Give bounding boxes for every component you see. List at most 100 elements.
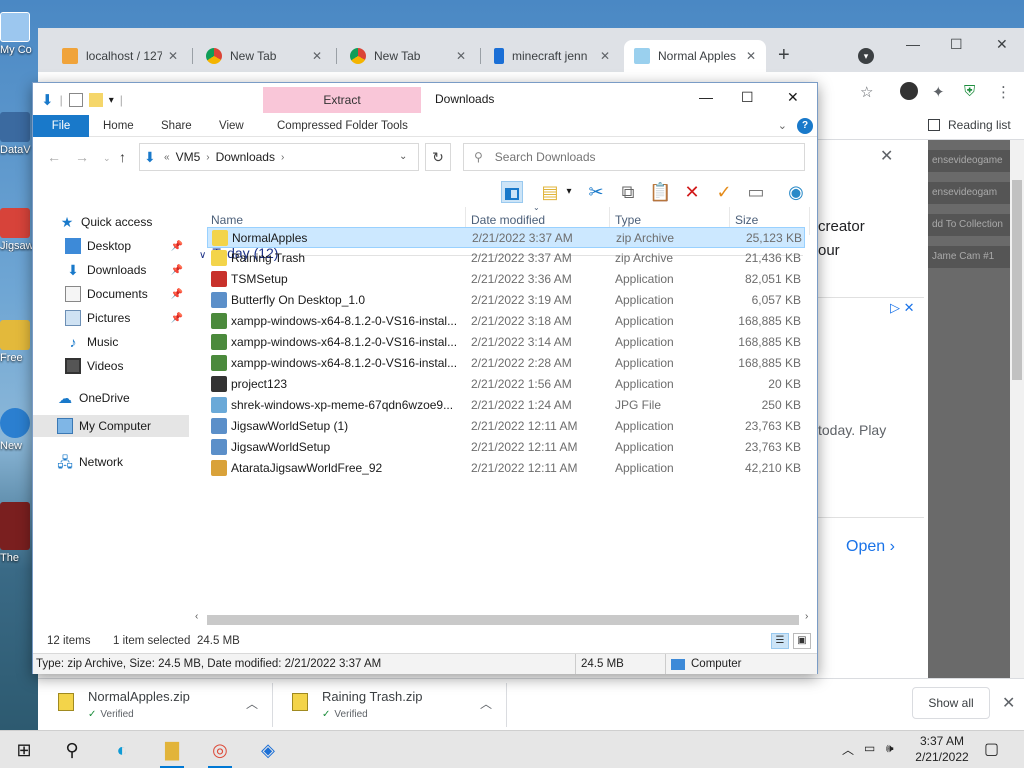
new-folder-icon[interactable]	[88, 93, 103, 107]
nav-documents[interactable]: Documents 📌	[33, 283, 189, 305]
close-icon[interactable]: ✕	[996, 36, 1008, 53]
ribbon-tab-compressed-folder-tools[interactable]: Compressed Folder Tools	[265, 115, 420, 137]
delete-icon[interactable]: ✕	[681, 181, 703, 203]
pin-icon[interactable]: 📌	[171, 241, 183, 252]
help-icon[interactable]: ?	[797, 118, 813, 134]
breadcrumb-downloads[interactable]: Downloads	[216, 150, 275, 164]
table-row[interactable]: AtarataJigsawWorldFree_92 2/21/2022 12:11…	[207, 458, 805, 479]
maximize-icon[interactable]: ☐	[741, 89, 754, 106]
download-item[interactable]: NormalApples.zip ✓ Verified ︿	[38, 687, 268, 723]
ad-choices-icon[interactable]: ▷ ✕	[890, 300, 915, 316]
pin-icon[interactable]: 📌	[171, 289, 183, 300]
clock[interactable]: 3:37 AM 2/21/2022	[910, 733, 974, 765]
paste-icon[interactable]: 📋	[649, 181, 671, 203]
table-row[interactable]: Raining Trash 2/21/2022 3:37 AM zip Archiv…	[207, 248, 805, 269]
properties-icon[interactable]	[68, 93, 83, 107]
table-row[interactable]: Butterfly On Desktop_1.0 2/21/2022 3:19 A…	[207, 290, 805, 311]
column-header-name[interactable]: Name	[211, 213, 243, 227]
windows-start-icon[interactable]: ⊞	[6, 735, 42, 765]
checkmark-icon[interactable]: ✓	[713, 181, 735, 203]
desktop-icon-free[interactable]: Free	[0, 320, 34, 364]
chrome-tab[interactable]: localhost / 127. ✕	[52, 40, 188, 72]
side-panel-item[interactable]: ensevideogame	[928, 150, 1010, 172]
ribbon-tab-home[interactable]: Home	[91, 115, 146, 137]
horizontal-scrollbar[interactable]: ‹ ›	[193, 611, 815, 627]
back-icon[interactable]: ←	[47, 149, 61, 165]
search-icon[interactable]: ⚲	[54, 735, 90, 765]
address-bar[interactable]: ⬇ « VM5 › Downloads ›	[139, 143, 419, 171]
tab-search-icon[interactable]: ▾	[858, 48, 874, 64]
close-icon[interactable]: ✕	[1002, 693, 1015, 713]
table-row[interactable]: xampp-windows-x64-8.1.2-0-VS16-instal...…	[207, 332, 805, 353]
chevron-down-icon[interactable]: ▾	[563, 181, 575, 203]
rename-icon[interactable]: ▭	[745, 181, 767, 203]
nav-desktop[interactable]: Desktop 📌	[33, 235, 189, 257]
scroll-left-icon[interactable]: ‹	[195, 611, 198, 622]
close-icon[interactable]: ✕	[312, 49, 322, 63]
edge-icon[interactable]: ◐	[104, 735, 140, 765]
table-row[interactable]: JigsawWorldSetup 2/21/2022 12:11 AM Applic…	[207, 437, 805, 458]
reading-list-button[interactable]: Reading list	[928, 118, 1011, 132]
network-icon[interactable]: ▭	[864, 741, 875, 755]
table-row[interactable]: xampp-windows-x64-8.1.2-0-VS16-instal...…	[207, 353, 805, 374]
chevron-up-icon[interactable]: ︿	[842, 741, 854, 758]
minimize-icon[interactable]: —	[906, 36, 920, 52]
table-row[interactable]: TSMSetup 2/21/2022 3:36 AM Application 82,0…	[207, 269, 805, 290]
search-box[interactable]: ⚲	[463, 143, 805, 171]
table-row[interactable]: shrek-windows-xp-meme-67qdn6wzoe9... 2/21…	[207, 395, 805, 416]
chevron-down-icon[interactable]: ⌄	[399, 151, 407, 162]
desktop-icon-my-computer[interactable]: My Co	[0, 12, 34, 56]
breadcrumb-vm5[interactable]: VM5	[176, 150, 201, 164]
ribbon-tab-view[interactable]: View	[207, 115, 256, 137]
chrome-icon[interactable]: ◎	[202, 735, 238, 768]
volume-icon[interactable]: 🕪	[886, 741, 894, 756]
shield-icon[interactable]: ⛨	[964, 83, 975, 100]
close-icon[interactable]: ✕	[746, 49, 756, 63]
adblock-icon[interactable]	[900, 82, 918, 100]
pin-icon[interactable]: 📌	[171, 313, 183, 324]
chrome-tab[interactable]: minecraft jenn ✕	[484, 40, 620, 72]
file-explorer-icon[interactable]: ▇	[154, 735, 190, 768]
extensions-icon[interactable]: ✦	[932, 83, 945, 101]
nav-pictures[interactable]: Pictures 📌	[33, 307, 189, 329]
nav-music[interactable]: ♪ Music	[33, 331, 189, 353]
ad-open-button[interactable]: Open ›	[846, 538, 895, 556]
chevron-down-icon[interactable]: ▾	[109, 95, 114, 106]
up-icon[interactable]: ↑	[119, 149, 126, 165]
close-icon[interactable]: ✕	[787, 89, 799, 106]
app-icon[interactable]: ◈	[250, 735, 286, 765]
forward-icon[interactable]: →	[75, 149, 89, 165]
refresh-button[interactable]: ↻	[425, 143, 451, 171]
close-icon[interactable]: ✕	[600, 49, 610, 63]
close-icon[interactable]: ✕	[456, 49, 466, 63]
ribbon-expand-icon[interactable]: ⌄	[778, 119, 787, 132]
table-row[interactable]: project123 2/21/2022 1:56 AM Application 20…	[207, 374, 805, 395]
ribbon-tab-share[interactable]: Share	[149, 115, 204, 137]
close-icon[interactable]: ✕	[880, 146, 893, 166]
scroll-right-icon[interactable]: ›	[805, 611, 808, 622]
column-header-size[interactable]: Size	[735, 213, 758, 227]
globe-icon[interactable]: ◉	[785, 181, 807, 203]
download-icon[interactable]: ⬇	[41, 91, 54, 109]
maximize-icon[interactable]: ☐	[950, 36, 963, 53]
details-view-icon[interactable]: ☰	[771, 633, 789, 649]
desktop-icon-new[interactable]: New	[0, 408, 34, 452]
column-divider[interactable]	[809, 207, 810, 235]
close-icon[interactable]: ✕	[168, 49, 178, 63]
notifications-icon[interactable]: ▢	[984, 739, 999, 759]
nav-quick-access[interactable]: ★ Quick access	[33, 211, 189, 233]
ribbon-tab-file[interactable]: File	[33, 115, 89, 137]
desktop-icon-the[interactable]: The	[0, 502, 34, 564]
chevron-up-icon[interactable]: ︿	[246, 695, 258, 712]
folder-options-icon[interactable]: ▤	[539, 181, 561, 203]
nav-onedrive[interactable]: ☁ OneDrive	[33, 387, 189, 409]
new-tab-button[interactable]: +	[778, 44, 790, 67]
menu-icon[interactable]: ⋮	[996, 83, 1011, 101]
desktop-icon-jigsaw[interactable]: Jigsaw	[0, 208, 34, 252]
extract-context-tab[interactable]: Extract	[263, 87, 421, 113]
chrome-tab[interactable]: New Tab ✕	[196, 40, 332, 72]
scrollbar-thumb[interactable]	[1012, 180, 1022, 380]
column-header-type[interactable]: Type	[615, 213, 641, 227]
nav-network[interactable]: 🖧 Network	[33, 451, 189, 473]
chrome-tab[interactable]: New Tab ✕	[340, 40, 476, 72]
